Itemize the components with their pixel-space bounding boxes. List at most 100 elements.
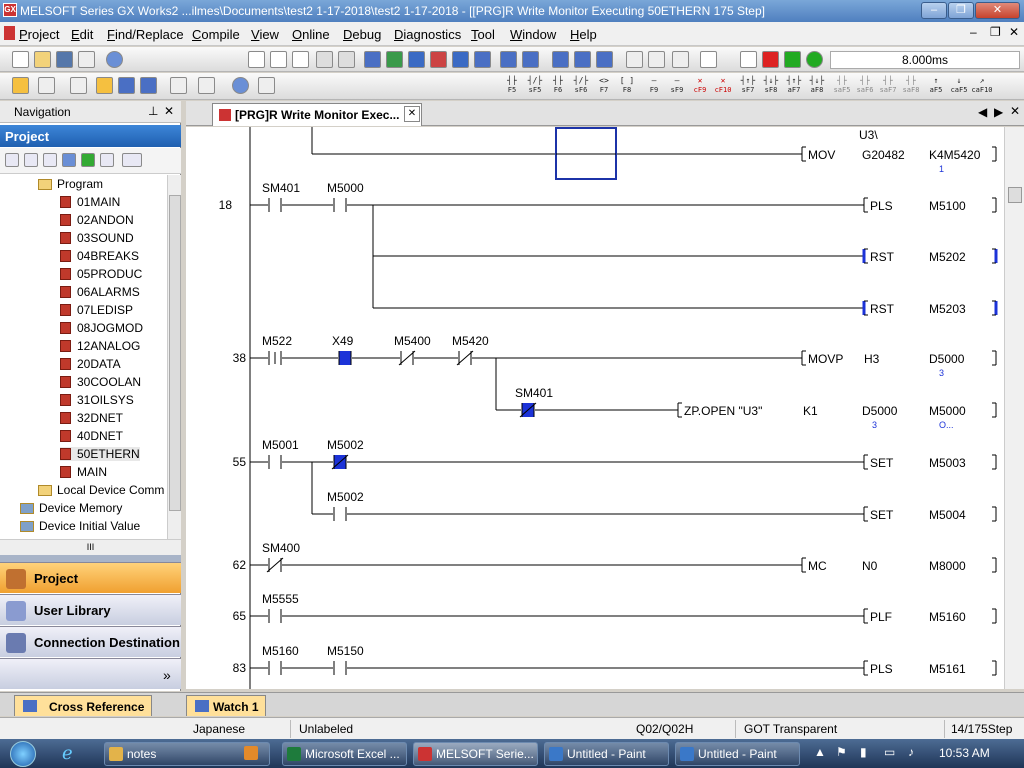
fkey-f5[interactable]: ┤├ F5 [501, 76, 523, 96]
menu-diagnostics[interactable]: Diagnostics [394, 27, 461, 42]
copy-data-icon[interactable] [24, 153, 38, 167]
statement-icon[interactable] [672, 51, 689, 68]
run-icon[interactable] [762, 51, 779, 68]
tree-item-main[interactable]: MAIN [60, 465, 107, 479]
ie-icon[interactable]: ℯ [62, 743, 73, 764]
tree-item-local-device-comm[interactable]: Local Device Comm [38, 483, 164, 497]
tree-item-40dnet[interactable]: 40DNET [60, 429, 123, 443]
new-data-icon[interactable] [5, 153, 19, 167]
tree-item-07ledisp[interactable]: 07LEDISP [60, 303, 133, 317]
paste-icon[interactable] [292, 51, 309, 68]
menu-project[interactable]: Project [19, 27, 59, 42]
read-plc-icon[interactable] [408, 51, 425, 68]
transfer-icon[interactable] [452, 51, 469, 68]
menu-compile[interactable]: Compile [192, 27, 240, 42]
menu-find-replace[interactable]: Find/Replace [107, 27, 184, 42]
dev-watch-icon[interactable] [596, 51, 613, 68]
online-dev-icon[interactable] [474, 51, 491, 68]
warning-icon[interactable] [784, 51, 801, 68]
fkey-sf5[interactable]: ┤/├ sF5 [524, 76, 546, 96]
monitor-icon[interactable] [500, 51, 517, 68]
fkey-f9[interactable]: — F9 [643, 76, 665, 96]
tree-item-device-memory[interactable]: Device Memory [20, 501, 122, 515]
maximize-button[interactable]: ❐ [948, 2, 974, 19]
task-paint-1[interactable]: Untitled - Paint [544, 742, 669, 766]
tree-item-04breaks[interactable]: 04BREAKS [60, 249, 139, 263]
tree-hscrollbar[interactable]: III [0, 539, 181, 555]
fkey-sf8[interactable]: ┤↓├ sF8 [760, 76, 782, 96]
task-paint-2[interactable]: Untitled - Paint [675, 742, 800, 766]
binoculars-icon[interactable] [258, 77, 275, 94]
tree-item-32dnet[interactable]: 32DNET [60, 411, 123, 425]
doc-menu-icon[interactable] [4, 26, 15, 40]
ladder-editor[interactable]: U3\ MOV G20482 K4M5420 1 18 SM401 M5000 PLS M5100… [186, 127, 1024, 689]
fkey-caf5[interactable]: ↓ caF5 [948, 76, 970, 96]
minimize-button[interactable]: – [921, 2, 947, 19]
fkey-saf5[interactable]: ┤├ saF5 [831, 76, 853, 96]
open-icon[interactable] [34, 51, 51, 68]
zoom-icon[interactable] [170, 77, 187, 94]
tab-cross-reference[interactable]: Cross Reference [14, 695, 152, 716]
tab-scroll-left-icon[interactable]: ◀ [978, 105, 987, 119]
refresh-icon[interactable] [81, 153, 95, 167]
tree-vscrollbar[interactable] [167, 175, 181, 539]
menu-online[interactable]: Online [292, 27, 330, 42]
ladder-vscrollbar[interactable] [1004, 127, 1024, 689]
tree-item-02andon[interactable]: 02ANDON [60, 213, 134, 227]
fkey-sf7[interactable]: ┤↑├ sF7 [737, 76, 759, 96]
app-icon[interactable]: GX [3, 3, 17, 17]
tree-item-30coolan[interactable]: 30COOLAN [60, 375, 141, 389]
comment-icon[interactable] [626, 51, 643, 68]
cut-icon[interactable] [248, 51, 265, 68]
menu-view[interactable]: View [251, 27, 279, 42]
fkey-f7[interactable]: <> F7 [593, 76, 615, 96]
tree-item-50ethern[interactable]: 50ETHERN [60, 447, 140, 461]
tree-item-01main[interactable]: 01MAIN [60, 195, 120, 209]
sampling-trace-icon[interactable] [700, 51, 717, 68]
task-melsoft[interactable]: MELSOFT Serie... [413, 742, 538, 766]
fkey-f8[interactable]: [ ] F8 [616, 76, 638, 96]
more-buttons-icon[interactable]: » [163, 667, 171, 683]
fkey-sf6[interactable]: ┤/├ sF6 [570, 76, 592, 96]
fkey-saf7[interactable]: ┤├ saF7 [877, 76, 899, 96]
copy-icon[interactable] [270, 51, 287, 68]
dev-monitor-icon[interactable] [552, 51, 569, 68]
mdi-restore-icon[interactable]: ❐ [990, 25, 1001, 39]
fkey-af8[interactable]: ┤↓├ aF8 [806, 76, 828, 96]
dev2-icon[interactable] [140, 77, 157, 94]
fkey-af5[interactable]: ↑ aF5 [925, 76, 947, 96]
sort-icon[interactable] [122, 153, 142, 167]
tab-close-all-icon[interactable]: ✕ [1010, 104, 1020, 118]
fkey-saf6[interactable]: ┤├ saF6 [854, 76, 876, 96]
comment2-icon[interactable] [648, 51, 665, 68]
write-plc-icon[interactable] [386, 51, 403, 68]
tree-item-20data[interactable]: 20DATA [60, 357, 121, 371]
network-icon[interactable]: ▮ [860, 745, 867, 759]
ladder-diagram[interactable]: U3\ MOV G20482 K4M5420 1 18 SM401 M5000 PLS M5100… [186, 127, 1004, 689]
dev1-icon[interactable] [118, 77, 135, 94]
tree-item-06alarms[interactable]: 06ALARMS [60, 285, 140, 299]
fkey-caf10[interactable]: ↗ caF10 [971, 76, 993, 96]
list-view-icon[interactable] [38, 77, 55, 94]
power-icon[interactable]: ▭ [884, 745, 895, 759]
help2-icon[interactable] [232, 77, 249, 94]
close-nav-icon[interactable]: ✕ [164, 104, 174, 118]
document-tab[interactable]: [PRG]R Write Monitor Exec... ✕ [212, 103, 422, 126]
scan-icon[interactable] [740, 51, 757, 68]
menu-debug[interactable]: Debug [343, 27, 381, 42]
ladder-view-icon[interactable] [70, 77, 87, 94]
help-icon[interactable] [106, 51, 123, 68]
project-view-icon[interactable] [12, 77, 29, 94]
task-media[interactable] [240, 742, 270, 766]
tray-expand-icon[interactable]: ▲ [814, 745, 826, 759]
tab-scroll-right-icon[interactable]: ▶ [994, 105, 1003, 119]
tree-item-05produc[interactable]: 05PRODUC [60, 267, 142, 281]
document-tab-close[interactable]: ✕ [404, 106, 420, 122]
clock[interactable]: 10:53 AM [939, 746, 990, 760]
dev-icon[interactable] [364, 51, 381, 68]
pin-icon[interactable]: ⊥ [148, 104, 158, 118]
connection-destination-button[interactable]: Connection Destination [0, 626, 181, 657]
volume-icon[interactable]: ♪ [908, 745, 914, 759]
menu-window[interactable]: Window [510, 27, 556, 42]
dev-monitor-stop-icon[interactable] [574, 51, 591, 68]
